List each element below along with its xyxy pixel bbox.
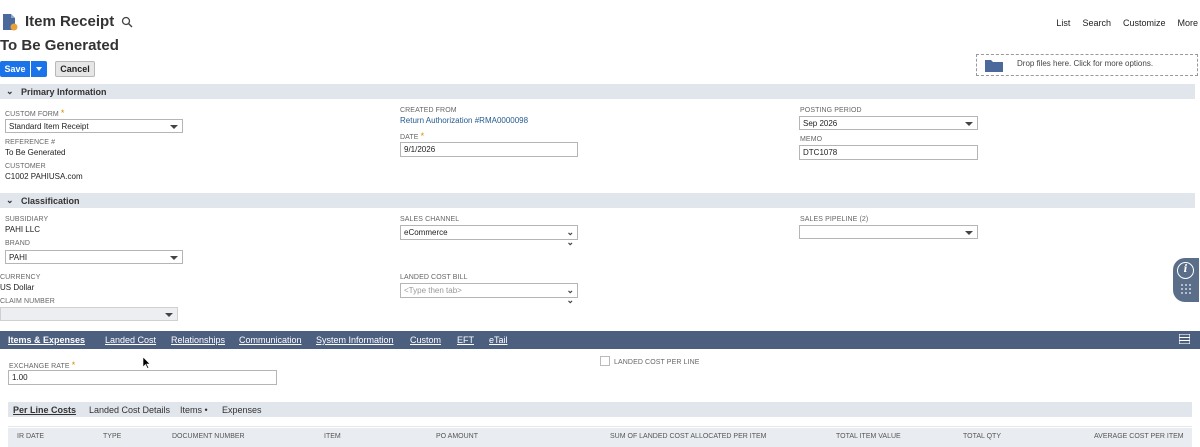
- nav-more[interactable]: More: [1177, 18, 1198, 28]
- subtab-expenses[interactable]: Expenses: [222, 405, 262, 415]
- memo-field[interactable]: DTC1078: [799, 145, 978, 160]
- subtab-per-line-costs[interactable]: Per Line Costs: [13, 405, 76, 415]
- sales-channel-label: SALES CHANNEL: [400, 216, 460, 223]
- chevron-down-icon: [170, 125, 178, 129]
- custom-form-select[interactable]: Standard Item Receipt: [5, 119, 183, 133]
- reference-value: To Be Generated: [5, 148, 66, 157]
- landed-cost-per-line-label: LANDED COST PER LINE: [614, 359, 700, 366]
- menu-icon[interactable]: [1179, 334, 1190, 344]
- column-sum-landed-cost[interactable]: SUM OF LANDED COST ALLOCATED PER ITEM: [610, 433, 767, 440]
- nav-list[interactable]: List: [1056, 18, 1070, 28]
- tab-custom[interactable]: Custom: [410, 335, 441, 345]
- folder-icon: [985, 60, 1003, 72]
- column-item[interactable]: ITEM: [324, 433, 341, 440]
- posting-period-select[interactable]: Sep 2026: [799, 116, 978, 130]
- search-icon[interactable]: [121, 16, 133, 28]
- tab-etail[interactable]: eTail: [489, 335, 508, 345]
- top-nav: List Search Customize More: [1044, 18, 1198, 28]
- tab-eft[interactable]: EFT: [457, 335, 474, 345]
- page-title: Item Receipt: [25, 13, 115, 30]
- reference-label: REFERENCE #: [5, 139, 56, 146]
- custom-form-label: CUSTOM FORM *: [5, 108, 65, 118]
- posting-period-value: Sep 2026: [803, 119, 838, 128]
- column-ir-date[interactable]: IR DATE: [17, 433, 44, 440]
- column-total-qty[interactable]: TOTAL QTY: [963, 433, 1001, 440]
- column-po-amount[interactable]: PO AMOUNT: [436, 433, 478, 440]
- claim-number-label: CLAIM NUMBER: [0, 298, 55, 305]
- nav-customize[interactable]: Customize: [1123, 18, 1166, 28]
- landed-cost-bill-select[interactable]: <Type then tab> ⌄ ⌄: [400, 283, 578, 305]
- sales-channel-value: eCommerce: [404, 228, 448, 237]
- tab-landed-cost[interactable]: Landed Cost: [105, 335, 156, 345]
- subtab-landed-cost-details[interactable]: Landed Cost Details: [89, 405, 170, 415]
- customer-value: C1002 PAHIUSA.com: [5, 172, 83, 181]
- date-label: DATE *: [400, 131, 425, 141]
- drag-handle-icon[interactable]: [1180, 283, 1192, 297]
- claim-number-select[interactable]: [0, 307, 178, 321]
- sales-channel-select[interactable]: eCommerce ⌄ ⌄: [400, 225, 578, 247]
- dropzone-text: Drop files here. Click for more options.: [1017, 59, 1154, 68]
- save-button[interactable]: Save: [0, 61, 30, 77]
- mouse-cursor-icon: [143, 357, 151, 369]
- classification-header[interactable]: ⌄ Classification: [0, 193, 1195, 208]
- sales-pipeline-select[interactable]: [799, 225, 978, 239]
- memo-label: MEMO: [800, 136, 823, 143]
- column-total-item-value[interactable]: TOTAL ITEM VALUE: [836, 433, 901, 440]
- section-label: Classification: [21, 196, 80, 206]
- landed-cost-bill-placeholder: <Type then tab>: [404, 286, 462, 295]
- created-from-link[interactable]: Return Authorization #RMA0000098: [400, 116, 528, 125]
- customer-label: CUSTOMER: [5, 163, 46, 170]
- tab-items-expenses[interactable]: Items & Expenses: [8, 335, 85, 345]
- sales-pipeline-label: SALES PIPELINE (2): [800, 216, 869, 223]
- record-subtitle: To Be Generated: [0, 37, 119, 54]
- column-type[interactable]: TYPE: [103, 433, 121, 440]
- subtab-bar: Items & Expenses Landed Cost Relationshi…: [0, 331, 1200, 349]
- save-dropdown-button[interactable]: [31, 61, 47, 77]
- custom-form-value: Standard Item Receipt: [9, 122, 89, 131]
- double-chevron-down-icon: ⌄ ⌄: [566, 285, 574, 305]
- primary-information-header[interactable]: ⌄ Primary Information: [0, 84, 1195, 99]
- landed-cost-bill-label: LANDED COST BILL: [400, 274, 468, 281]
- cancel-button[interactable]: Cancel: [55, 61, 95, 77]
- collapse-chevron-icon: ⌄: [6, 86, 14, 96]
- brand-label: BRAND: [5, 240, 31, 247]
- item-receipt-icon: [3, 14, 18, 31]
- grid-toolbar: [8, 417, 1192, 427]
- posting-period-label: POSTING PERIOD: [800, 107, 862, 114]
- tab-system-information[interactable]: System Information: [316, 335, 394, 345]
- double-chevron-down-icon: ⌄ ⌄: [566, 227, 574, 247]
- chevron-down-icon: [170, 256, 178, 260]
- date-field[interactable]: 9/1/2026: [400, 142, 578, 157]
- brand-select[interactable]: PAHI: [5, 250, 183, 264]
- section-label: Primary Information: [21, 87, 107, 97]
- currency-label: CURRENCY: [0, 274, 41, 281]
- collapse-chevron-icon: ⌄: [6, 195, 14, 205]
- brand-value: PAHI: [9, 253, 28, 262]
- currency-value: US Dollar: [0, 283, 35, 292]
- column-average-cost[interactable]: AVERAGE COST PER ITEM: [1094, 433, 1184, 440]
- nav-search[interactable]: Search: [1082, 18, 1111, 28]
- exchange-rate-label: EXCHANGE RATE *: [9, 360, 76, 370]
- info-icon[interactable]: i: [1177, 262, 1194, 279]
- exchange-rate-field[interactable]: 1.00: [8, 370, 277, 385]
- chevron-down-icon: [965, 122, 973, 126]
- subtab-items[interactable]: Items •: [180, 405, 208, 415]
- subsidiary-label: SUBSIDIARY: [5, 216, 49, 223]
- chevron-down-icon: [965, 231, 973, 235]
- created-from-label: CREATED FROM: [400, 107, 457, 114]
- column-document-number[interactable]: DOCUMENT NUMBER: [172, 433, 245, 440]
- chevron-down-icon: [165, 313, 173, 317]
- subsidiary-value: PAHI LLC: [5, 225, 40, 234]
- tab-relationships[interactable]: Relationships: [171, 335, 225, 345]
- landed-cost-per-line-checkbox[interactable]: [600, 356, 610, 366]
- tab-communication[interactable]: Communication: [239, 335, 302, 345]
